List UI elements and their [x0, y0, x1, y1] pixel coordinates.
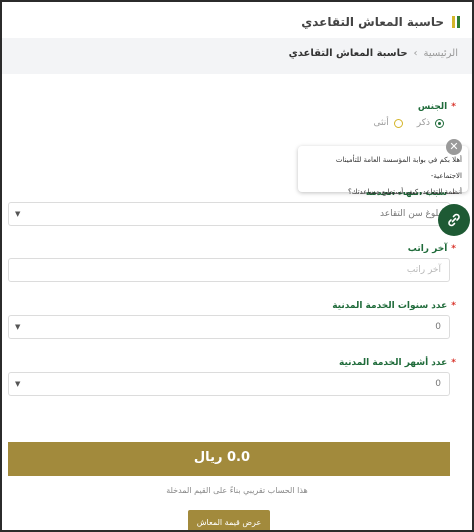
chat-message-line2: أنظمة التقاعد، كيف أستطيع مساعدتك؟ [347, 188, 462, 196]
service-type-value: بلوغ سن التقاعد [380, 209, 441, 219]
civil-years-label: *عدد سنوات الخدمة المدنية [332, 301, 456, 311]
brand-mark-gold [452, 16, 455, 28]
civil-years-value: 0 [435, 322, 441, 332]
breadcrumb: الرئيسية › حاسبة المعاش التقاعدي [289, 48, 458, 59]
civil-years-select[interactable]: 0 ▼ [8, 315, 450, 339]
breadcrumb-row: الرئيسية › حاسبة المعاش التقاعدي [2, 38, 472, 74]
civil-months-label: *عدد أشهر الخدمة المدنية [339, 358, 456, 368]
close-icon[interactable]: ✕ [446, 139, 462, 155]
pension-result-bar: 0.0 ريال [8, 442, 450, 476]
last-salary-input[interactable]: آخر راتب [8, 258, 450, 282]
gender-radio-group: ذكر أنثى [374, 118, 444, 128]
chevron-down-icon: ▼ [15, 323, 21, 331]
chevron-down-icon: ▼ [15, 380, 21, 388]
last-salary-placeholder: آخر راتب [406, 265, 441, 275]
chevron-down-icon: ▼ [15, 210, 21, 218]
gender-label: *الجنس [417, 102, 456, 112]
chat-link-icon [448, 213, 460, 227]
estimate-note: هذا الحساب تقريبي بناءً على القيم المدخل… [166, 486, 308, 495]
civil-months-value: 0 [435, 379, 441, 389]
radio-checked-icon [435, 118, 444, 128]
gender-male-label: ذكر [416, 118, 430, 128]
chat-message-line1: أهلا بكم في بوابة المؤسسة العامة للتأمين… [335, 156, 462, 180]
gender-female-label: أنثى [373, 118, 389, 128]
gender-male-radio[interactable]: ذكر [417, 118, 444, 128]
breadcrumb-current: حاسبة المعاش التقاعدي [288, 48, 408, 59]
last-salary-label: *آخر راتب [407, 244, 456, 254]
breadcrumb-home-link[interactable]: الرئيسية [424, 48, 458, 59]
required-mark: * [451, 102, 456, 112]
chat-open-button[interactable] [438, 204, 470, 236]
show-pension-button[interactable]: عرض قيمة المعاش [188, 510, 270, 530]
radio-unchecked-icon [393, 118, 403, 128]
breadcrumb-separator: › [413, 48, 418, 59]
chat-welcome-tooltip: أهلا بكم في بوابة المؤسسة العامة للتأمين… [298, 146, 468, 196]
brand-mark [452, 16, 462, 28]
gender-female-radio[interactable]: أنثى [374, 118, 403, 128]
pension-result-value: 0.0 ريال [193, 450, 250, 465]
app-frame: حاسبة المعاش التقاعدي الرئيسية › حاسبة ا… [0, 0, 474, 532]
page-title: حاسبة المعاش التقاعدي [301, 15, 444, 29]
civil-months-select[interactable]: 0 ▼ [8, 372, 450, 396]
service-type-select[interactable]: بلوغ سن التقاعد ▼ [8, 202, 450, 226]
brand-mark-green [457, 16, 460, 28]
